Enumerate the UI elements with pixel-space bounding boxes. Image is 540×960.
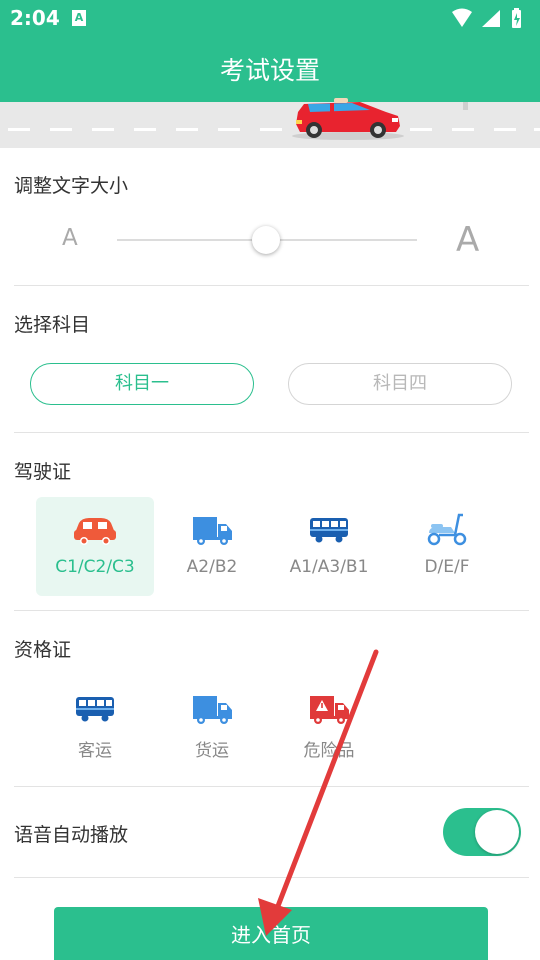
voice-autoplay-label: 语音自动播放 [14,824,129,846]
license-d-tile[interactable]: D/E/F [388,497,506,596]
divider [14,285,529,286]
road-marking [92,128,114,131]
license-c1-tile[interactable]: C1/C2/C3 [36,497,154,596]
road-marking [218,128,240,131]
road-marking [260,128,282,131]
road-marking [176,128,198,131]
license-label: C1/C2/C3 [55,557,135,577]
road-marking [134,128,156,131]
status-icons [452,8,521,28]
truck-icon [193,517,232,545]
road-post [463,102,468,110]
road-marking [50,128,72,131]
license-a2-tile[interactable]: A2/B2 [153,497,271,596]
road-marking [410,128,432,131]
font-size-title: 调整文字大小 [14,175,129,197]
divider [14,786,529,787]
qualification-cargo-tile[interactable]: 货运 [153,676,271,775]
status-bar: 2:04 A [0,0,540,38]
qualification-label: 危险品 [303,741,355,761]
subject-four-button[interactable]: 科目四 [288,363,512,405]
divider [14,432,529,433]
qualification-title: 资格证 [14,639,72,661]
license-title: 驾驶证 [14,461,72,483]
qualification-passenger-tile[interactable]: 客运 [36,676,154,775]
subject-one-button[interactable]: 科目一 [30,363,254,405]
divider [14,610,529,611]
license-label: D/E/F [424,557,470,577]
road-banner [0,102,540,148]
red-car-illustration [292,98,404,140]
signal-icon [482,10,500,27]
road-marking [494,128,516,131]
hazmat-truck-icon [310,696,349,724]
license-label: A1/A3/B1 [289,557,369,577]
qualification-hazmat-tile[interactable]: 危险品 [270,676,388,775]
status-time: 2:04 [10,6,60,30]
enter-home-button[interactable]: 进入首页 [54,907,488,960]
voice-autoplay-toggle[interactable] [443,808,521,856]
wifi-icon [452,8,472,27]
qualification-label: 货运 [195,741,229,761]
bus-icon [76,697,114,722]
small-font-label: A [62,225,78,251]
large-font-label: A [456,220,480,260]
app-notification-icon: A [72,10,86,26]
road-marking [8,128,30,131]
car-icon [74,518,116,545]
divider [14,877,529,878]
road-marking [452,128,474,131]
page-title: 考试设置 [219,56,320,85]
license-label: A2/B2 [186,557,238,577]
subject-title: 选择科目 [14,314,91,336]
truck-icon [193,696,232,724]
qualification-label: 客运 [78,741,112,761]
toggle-knob [475,810,519,854]
road-marking [534,128,540,131]
app-header: 考试设置 [0,38,540,102]
scooter-icon [427,513,467,546]
font-size-slider-thumb[interactable] [252,226,280,254]
bus-icon [310,518,348,543]
license-a1-tile[interactable]: A1/A3/B1 [270,497,388,596]
